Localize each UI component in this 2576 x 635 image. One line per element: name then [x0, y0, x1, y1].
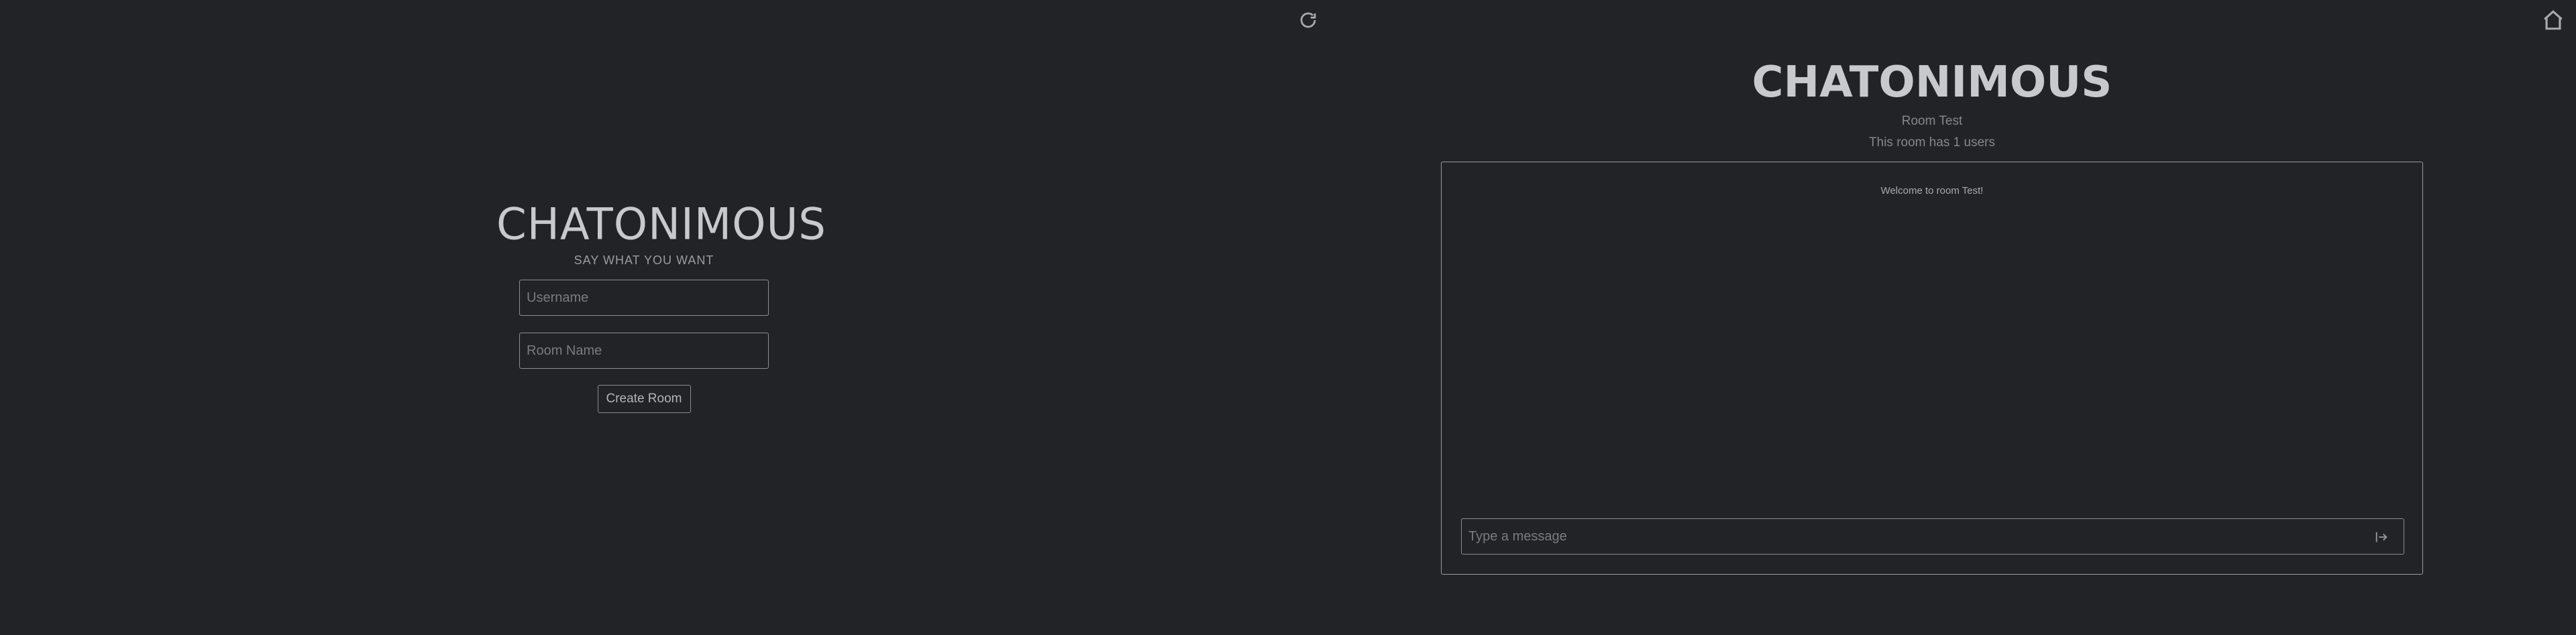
home-button[interactable]	[2538, 5, 2568, 35]
refresh-icon	[1300, 12, 1316, 28]
chat-messages-box[interactable]: Welcome to room Test!	[1441, 162, 2423, 575]
refresh-button[interactable]	[1293, 5, 1323, 35]
create-room-panel: CHATONIMOUS SAY WHAT YOU WANT Create Roo…	[496, 199, 826, 414]
create-room-button[interactable]: Create Room	[597, 385, 691, 414]
room-name-label: Room Test	[1901, 114, 1963, 128]
message-input[interactable]	[1462, 519, 2361, 554]
app-title: CHATONIMOUS	[496, 199, 826, 250]
room-name-input[interactable]	[519, 333, 769, 369]
app-subtitle: SAY WHAT YOU WANT	[574, 253, 714, 268]
room-users-count: This room has 1 users	[1869, 135, 1995, 150]
system-message: Welcome to room Test!	[1880, 185, 1984, 196]
app-root: CHATONIMOUS SAY WHAT YOU WANT Create Roo…	[0, 0, 2576, 635]
home-icon	[2544, 10, 2563, 30]
send-icon	[2375, 532, 2387, 542]
send-button[interactable]	[2373, 528, 2390, 546]
chat-title: CHATONIMOUS	[1752, 58, 2112, 107]
message-composer	[1461, 518, 2404, 555]
username-input[interactable]	[519, 280, 769, 316]
